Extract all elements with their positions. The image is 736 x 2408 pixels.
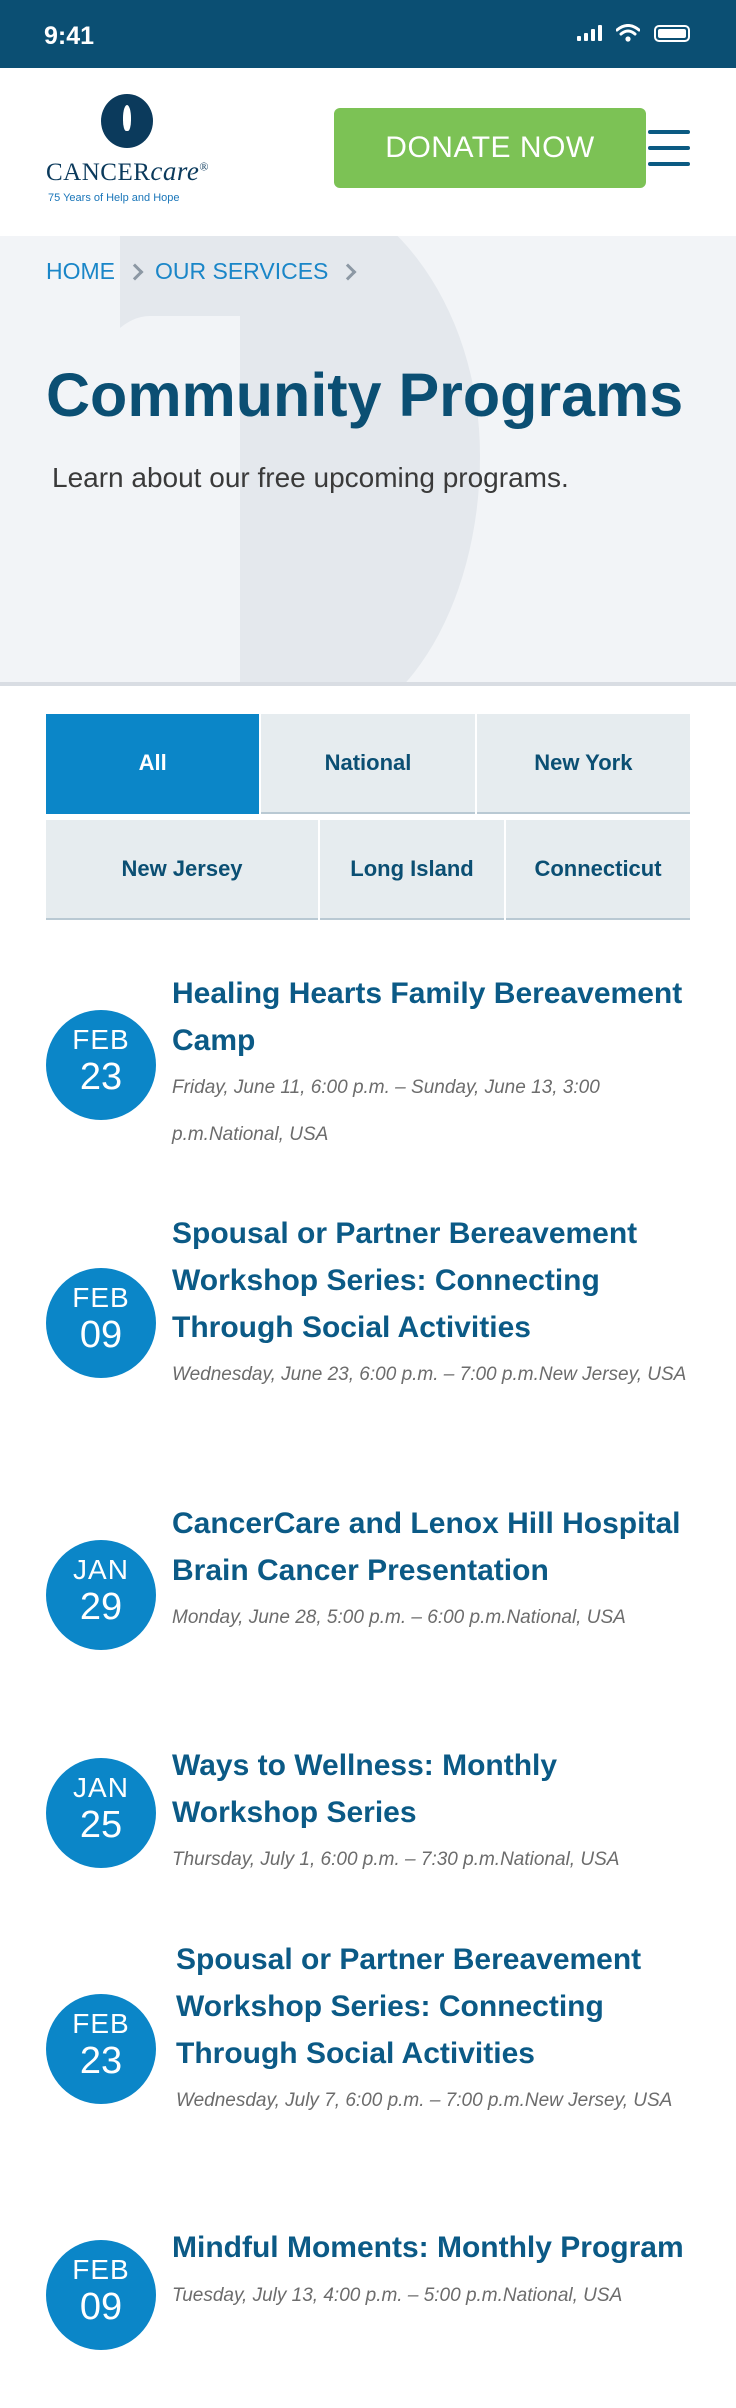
event-day: 25 xyxy=(79,1804,123,1846)
tab-new-jersey[interactable]: New Jersey xyxy=(46,820,318,920)
event-date-badge: JAN 29 xyxy=(46,1540,156,1650)
cancercare-logo[interactable]: CANCERcare® 75 Years of Help and Hope xyxy=(46,92,226,212)
tab-long-island[interactable]: Long Island xyxy=(320,820,504,920)
breadcrumb-our-services[interactable]: OUR SERVICES xyxy=(155,258,328,285)
event-date-badge: FEB 09 xyxy=(46,1268,156,1378)
region-filter-tabs: All National New York New Jersey Long Is… xyxy=(46,714,690,926)
chevron-right-icon xyxy=(126,263,144,280)
event-title[interactable]: Healing Hearts Family Bereavement Camp xyxy=(172,970,692,1064)
flame-logo-icon xyxy=(101,94,153,148)
event-details: Wednesday, July 7, 6:00 p.m. – 7:00 p.m.… xyxy=(176,2090,673,2111)
tab-new-york[interactable]: New York xyxy=(476,714,690,814)
event-month: FEB xyxy=(72,1282,130,1313)
chevron-right-icon xyxy=(339,263,357,280)
donate-now-button[interactable]: DONATE NOW xyxy=(334,108,646,188)
event-title[interactable]: Ways to Wellness: Monthly Workshop Serie… xyxy=(172,1742,692,1836)
event-details: Monday, June 28, 5:00 p.m. – 6:00 p.m.Na… xyxy=(172,1607,626,1628)
breadcrumb-home[interactable]: HOME xyxy=(46,258,115,285)
page-subtitle: Learn about our free upcoming programs. xyxy=(52,462,569,493)
event-date-badge: FEB 09 xyxy=(46,2240,156,2350)
breadcrumb: HOME OUR SERVICES xyxy=(46,258,357,285)
event-title[interactable]: CancerCare and Lenox Hill Hospital Brain… xyxy=(172,1500,692,1594)
status-time: 9:41 xyxy=(44,22,95,50)
event-day: 29 xyxy=(79,1586,123,1628)
wifi-icon xyxy=(616,24,640,42)
logo-wordmark: CANCERcare® xyxy=(46,156,210,186)
event-month: FEB xyxy=(72,2254,130,2285)
event-date-badge: FEB 23 xyxy=(46,1010,156,1120)
event-month: JAN xyxy=(73,1554,129,1585)
event-date-badge: JAN 25 xyxy=(46,1758,156,1868)
event-month: FEB xyxy=(72,2008,130,2039)
status-icons xyxy=(577,24,690,42)
cellular-signal-icon xyxy=(577,25,602,41)
event-details: Thursday, July 1, 6:00 p.m. – 7:30 p.m.N… xyxy=(172,1849,620,1870)
hero-section: HOME OUR SERVICES Community Programs Lea… xyxy=(0,236,736,686)
event-day: 09 xyxy=(79,1314,123,1356)
event-details: Wednesday, June 23, 6:00 p.m. – 7:00 p.m… xyxy=(172,1364,687,1385)
battery-icon xyxy=(654,24,690,42)
event-title[interactable]: Spousal or Partner Bereavement Workshop … xyxy=(172,1210,692,1351)
logo-tagline: 75 Years of Help and Hope xyxy=(48,192,180,204)
tab-all[interactable]: All xyxy=(46,714,260,814)
event-details: Tuesday, July 13, 4:00 p.m. – 5:00 p.m.N… xyxy=(172,2285,623,2306)
event-month: JAN xyxy=(73,1772,129,1803)
event-day: 09 xyxy=(79,2286,123,2328)
event-title[interactable]: Spousal or Partner Bereavement Workshop … xyxy=(176,1936,696,2077)
event-date-badge: FEB 23 xyxy=(46,1994,156,2104)
page-title: Community Programs xyxy=(46,361,684,429)
site-header: CANCERcare® 75 Years of Help and Hope DO… xyxy=(0,68,736,236)
tab-connecticut[interactable]: Connecticut xyxy=(506,820,690,920)
status-bar: 9:41 xyxy=(0,0,736,68)
event-month: FEB xyxy=(72,1024,130,1055)
menu-icon[interactable] xyxy=(648,128,690,168)
event-details: Friday, June 11, 6:00 p.m. – Sunday, Jun… xyxy=(172,1077,600,1145)
event-title[interactable]: Mindful Moments: Monthly Program xyxy=(172,2224,692,2271)
tab-national[interactable]: National xyxy=(261,714,475,814)
event-day: 23 xyxy=(79,2040,123,2082)
event-day: 23 xyxy=(79,1056,123,1098)
